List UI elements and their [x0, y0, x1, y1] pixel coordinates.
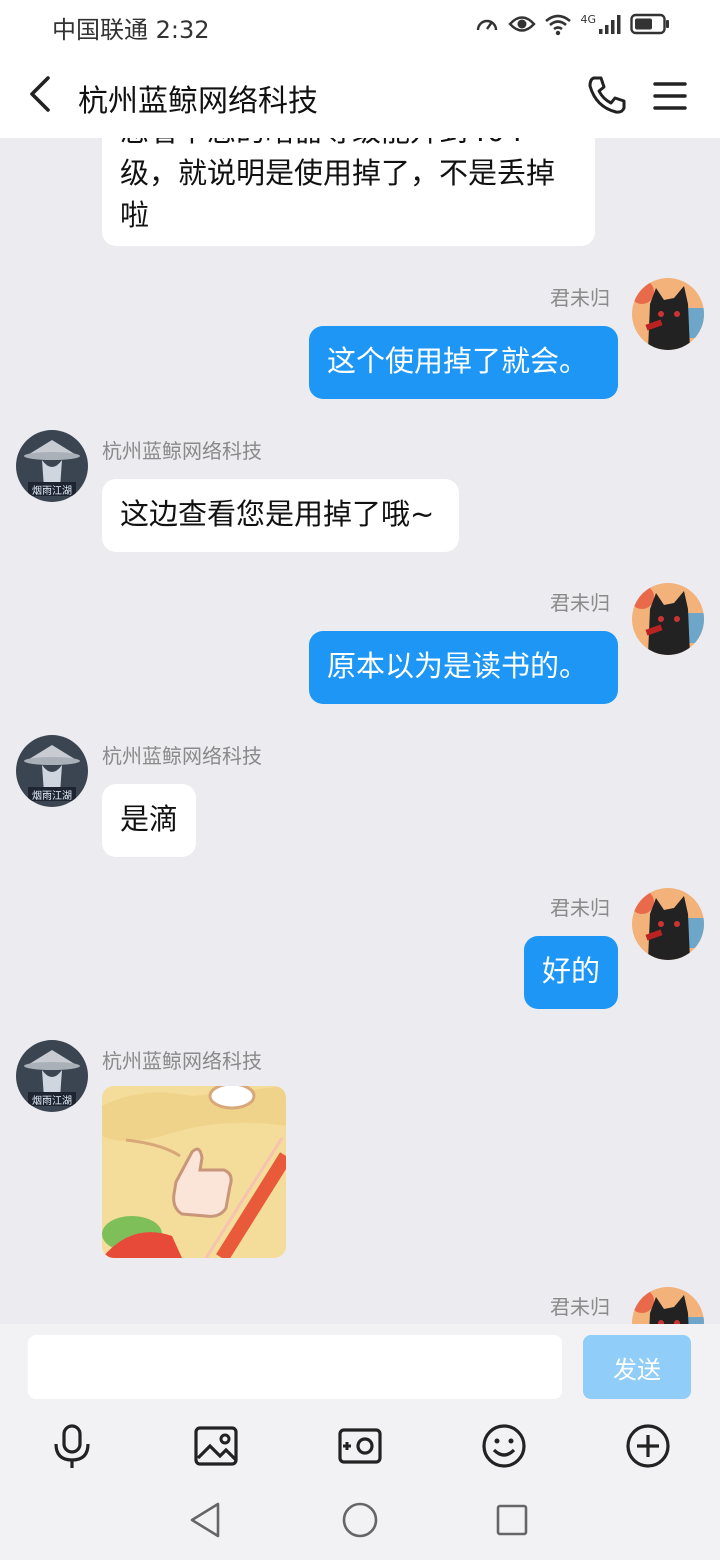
message-line: 级，就说明是使用掉了，不是丢掉	[120, 156, 556, 190]
phone-icon[interactable]	[586, 74, 628, 116]
speed-icon	[477, 19, 498, 31]
message-bubble-outgoing[interactable]: 好的	[524, 936, 618, 1009]
nav-home-icon[interactable]	[340, 1500, 380, 1540]
svg-text:烟雨江湖: 烟雨江湖	[32, 484, 72, 497]
user-avatar[interactable]	[632, 583, 704, 655]
nav-back-icon[interactable]	[186, 1500, 226, 1540]
nav-recents-icon[interactable]	[492, 1500, 532, 1540]
agent-avatar[interactable]: 烟雨江湖	[16, 1040, 88, 1112]
carrier-time: 中国联通 2:32	[52, 16, 210, 44]
signal-icon	[599, 15, 621, 34]
agent-avatar[interactable]: 烟雨江湖	[16, 735, 88, 807]
sender-name: 杭州蓝鲸网络科技	[102, 439, 262, 463]
message-input[interactable]	[28, 1335, 562, 1399]
sender-name: 君未归	[550, 591, 610, 615]
menu-icon[interactable]	[650, 76, 690, 116]
chat-header: 杭州蓝鲸网络科技	[0, 50, 720, 138]
user-avatar[interactable]	[632, 888, 704, 960]
send-button[interactable]: 发送	[583, 1335, 691, 1399]
sender-name: 君未归	[550, 286, 610, 310]
emoji-icon[interactable]	[480, 1422, 528, 1470]
agent-avatar[interactable]: 烟雨江湖	[16, 430, 88, 502]
thumbs-up-sticker[interactable]	[102, 1086, 286, 1258]
battery-icon	[630, 13, 669, 35]
svg-text:烟雨江湖: 烟雨江湖	[32, 789, 72, 802]
message-bubble-incoming[interactable]: 您看下您的暗器等级能升到404 级，就说明是使用掉了，不是丢掉 啦	[102, 138, 595, 246]
sender-name: 君未归	[550, 1295, 610, 1319]
plus-icon[interactable]	[624, 1422, 672, 1470]
message-bubble-incoming[interactable]: 这边查看您是用掉了哦~	[102, 479, 459, 552]
camera-icon[interactable]	[336, 1422, 384, 1470]
message-bubble-outgoing[interactable]: 这个使用掉了就会。	[309, 326, 618, 399]
message-line: 啦	[120, 198, 150, 232]
message-line: 您看下您的暗器等级能升到404	[120, 138, 577, 152]
svg-text:烟雨江湖: 烟雨江湖	[32, 1094, 72, 1107]
image-icon[interactable]	[192, 1422, 240, 1470]
chat-title: 杭州蓝鲸网络科技	[78, 84, 318, 119]
status-icons: 4G	[474, 12, 670, 36]
wifi-icon	[545, 14, 572, 36]
sender-name: 杭州蓝鲸网络科技	[102, 1049, 262, 1073]
microphone-icon[interactable]	[48, 1422, 96, 1470]
network-type: 4G	[580, 12, 596, 26]
sender-name: 杭州蓝鲸网络科技	[102, 744, 262, 768]
eye-icon	[508, 16, 537, 32]
user-avatar[interactable]	[632, 278, 704, 350]
input-bar: 发送	[0, 1324, 720, 1560]
message-bubble-incoming[interactable]: 是滴	[102, 784, 196, 857]
sender-name: 君未归	[550, 896, 610, 920]
message-list[interactable]: 您看下您的暗器等级能升到404 级，就说明是使用掉了，不是丢掉 啦 君未归 这个…	[0, 138, 720, 1324]
back-arrow-icon[interactable]	[20, 70, 60, 118]
message-bubble-outgoing[interactable]: 原本以为是读书的。	[309, 631, 618, 704]
user-avatar[interactable]	[632, 1287, 704, 1324]
status-bar: 中国联通 2:32 4G	[0, 0, 720, 50]
